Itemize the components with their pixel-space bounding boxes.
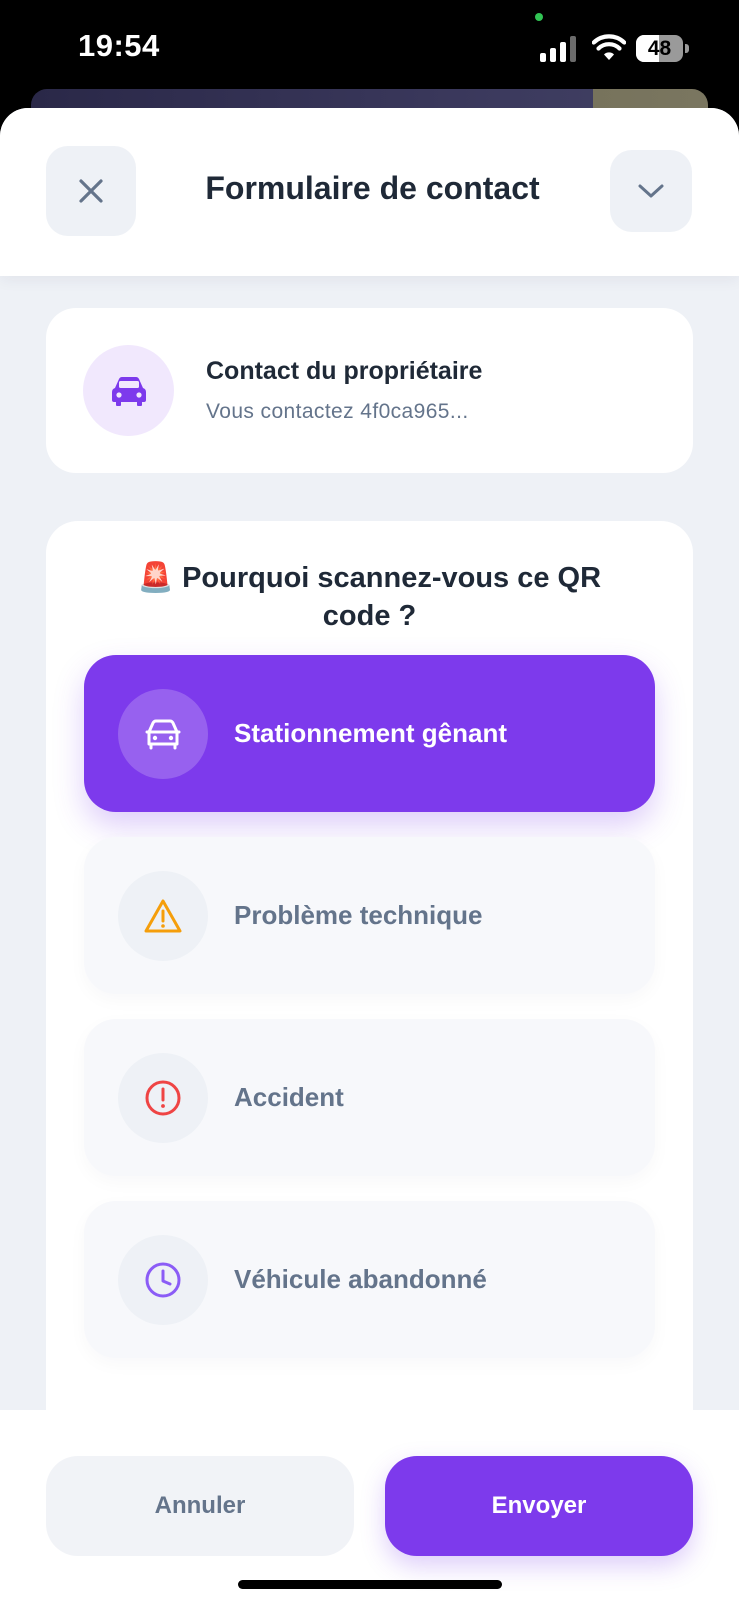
page-title: Formulaire de contact (205, 170, 540, 206)
battery-level: 48 (647, 37, 672, 60)
reason-option-technical[interactable]: Problème technique (84, 837, 655, 994)
owner-title: Contact du propriétaire (206, 357, 483, 385)
owner-card: Contact du propriétaire Vous contactez 4… (46, 308, 693, 473)
warning-triangle-icon (144, 899, 182, 933)
option-label: Stationnement gênant (234, 718, 508, 748)
option-label: Véhicule abandonné (234, 1264, 487, 1294)
close-button[interactable] (46, 146, 136, 236)
reason-option-accident[interactable]: Accident (84, 1019, 655, 1176)
option-label: Problème technique (234, 900, 483, 930)
status-time: 19:54 (78, 28, 160, 63)
option-icon-wrap (118, 1053, 208, 1143)
cancel-button[interactable]: Annuler (46, 1456, 354, 1556)
battery-icon: 48 (636, 35, 690, 62)
option-icon-wrap (118, 871, 208, 961)
status-bar: 19:54 48 (0, 0, 739, 100)
car-icon (145, 719, 181, 750)
option-label: Accident (234, 1082, 344, 1112)
option-icon-wrap (118, 1235, 208, 1325)
cellular-signal-icon (540, 36, 576, 62)
car-icon (111, 376, 146, 406)
contact-form-sheet: Formulaire de contact Contact du proprié… (0, 108, 739, 1600)
wifi-icon (592, 34, 626, 60)
chevron-down-icon (638, 184, 664, 198)
home-indicator (238, 1580, 502, 1589)
clock-icon (145, 1262, 181, 1298)
close-icon (79, 179, 103, 203)
alert-circle-icon (145, 1080, 181, 1116)
reason-option-abandoned[interactable]: Véhicule abandonné (84, 1201, 655, 1358)
collapse-button[interactable] (610, 150, 692, 232)
footer-bar: Annuler Envoyer (0, 1410, 739, 1600)
owner-avatar (83, 345, 174, 436)
sheet-header: Formulaire de contact (0, 108, 739, 276)
send-button[interactable]: Envoyer (385, 1456, 693, 1556)
reason-question: 🚨 Pourquoi scannez-vous ce QR code ? (137, 562, 602, 632)
option-icon-wrap (118, 689, 208, 779)
privacy-indicator-dot (535, 13, 543, 21)
owner-subtitle: Vous contactez 4f0ca965... (206, 400, 469, 423)
reason-option-parking[interactable]: Stationnement gênant (84, 655, 655, 812)
